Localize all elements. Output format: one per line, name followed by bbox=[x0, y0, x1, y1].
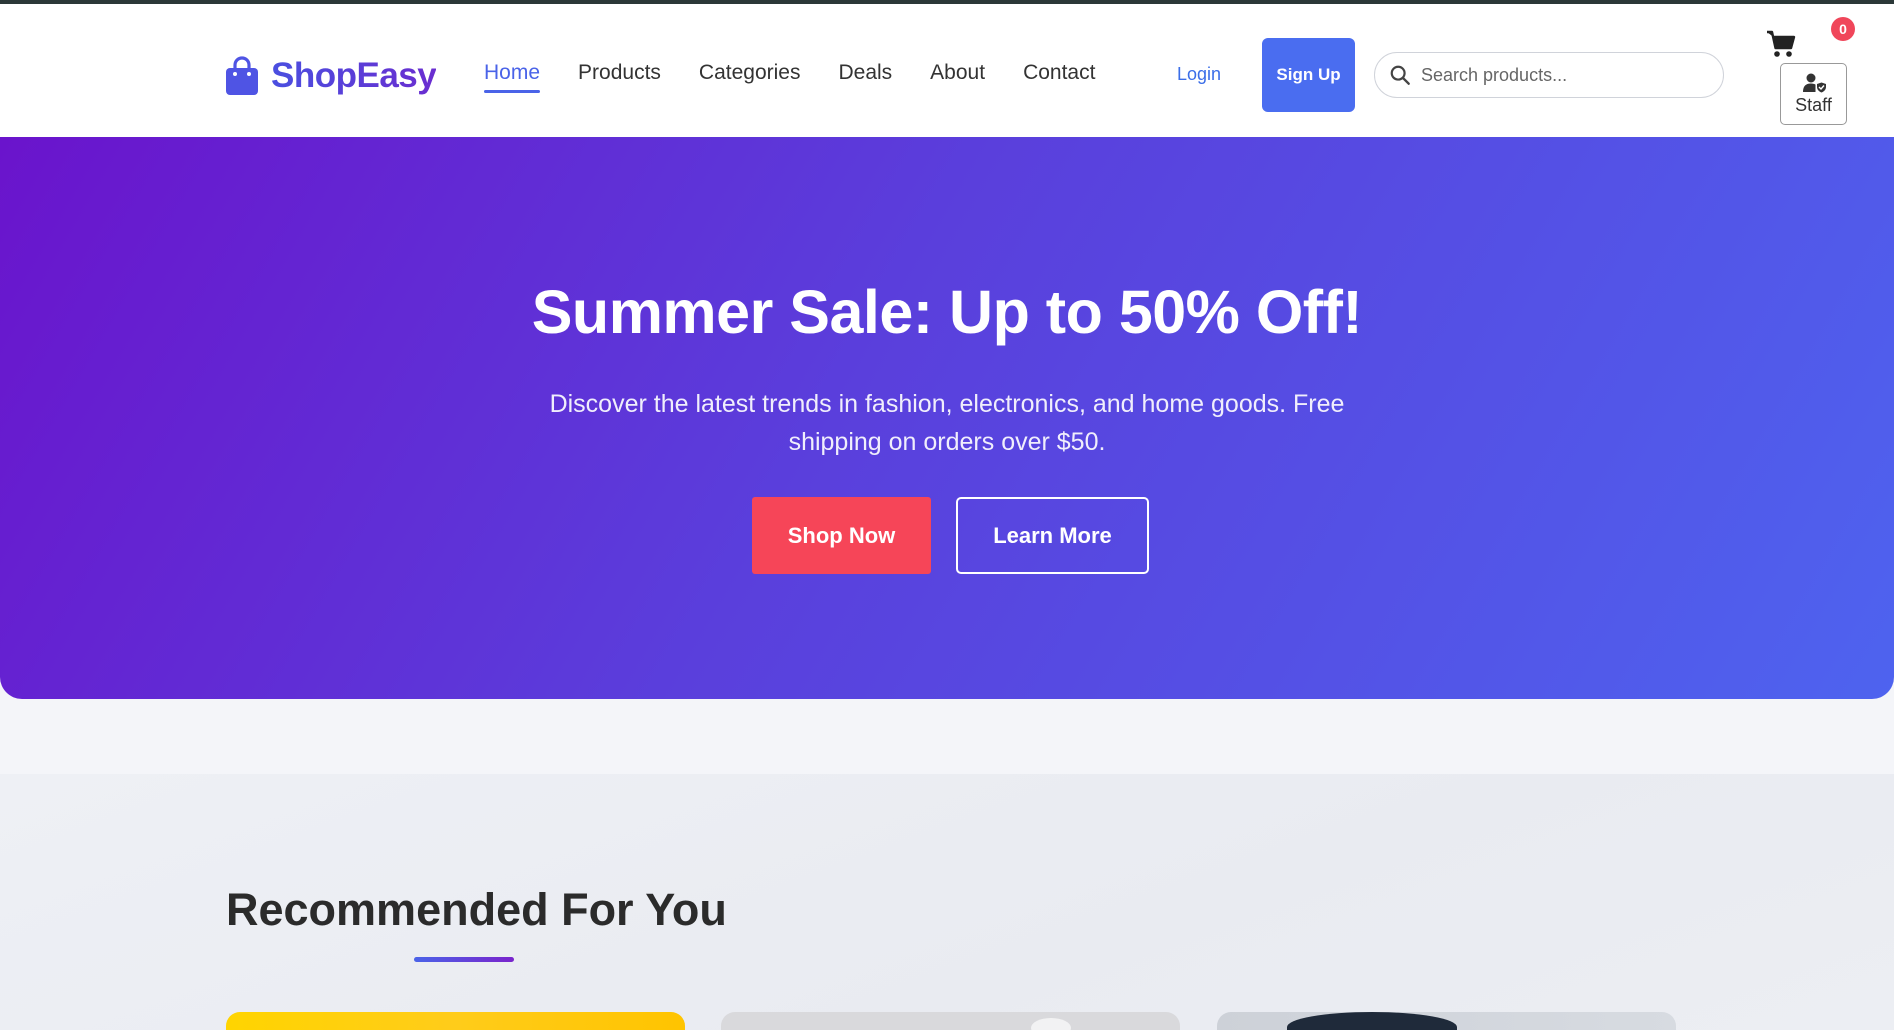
product-image bbox=[1287, 1012, 1457, 1030]
cart-button[interactable] bbox=[1766, 30, 1796, 58]
brand-logo[interactable]: ShopEasy bbox=[225, 52, 437, 100]
nav-item-deals[interactable]: Deals bbox=[838, 61, 892, 91]
site-header: ShopEasy Home Products Categories Deals … bbox=[0, 4, 1894, 137]
search-bar bbox=[1374, 52, 1724, 98]
main-nav: Home Products Categories Deals About Con… bbox=[484, 56, 1095, 96]
brand-name: ShopEasy bbox=[271, 56, 437, 95]
product-image bbox=[1031, 1018, 1071, 1030]
nav-item-contact[interactable]: Contact bbox=[1023, 61, 1095, 91]
nav-item-home[interactable]: Home bbox=[484, 61, 541, 93]
login-link[interactable]: Login bbox=[1177, 64, 1221, 85]
nav-item-categories[interactable]: Categories bbox=[699, 61, 801, 91]
product-card[interactable] bbox=[721, 1012, 1180, 1030]
learn-more-button[interactable]: Learn More bbox=[956, 497, 1149, 574]
search-input[interactable] bbox=[1421, 64, 1701, 86]
hero-banner: Summer Sale: Up to 50% Off! Discover the… bbox=[0, 137, 1894, 699]
recommended-title: Recommended For You bbox=[226, 884, 727, 935]
cart-icon bbox=[1767, 30, 1796, 57]
product-card[interactable] bbox=[1217, 1012, 1676, 1030]
cart-count-badge: 0 bbox=[1831, 17, 1855, 41]
hero-title: Summer Sale: Up to 50% Off! bbox=[531, 278, 1363, 346]
shopping-bag-icon bbox=[226, 56, 258, 95]
nav-item-about[interactable]: About bbox=[930, 61, 985, 91]
signup-button[interactable]: Sign Up bbox=[1262, 38, 1355, 112]
product-card[interactable] bbox=[226, 1012, 685, 1030]
staff-label: Staff bbox=[1795, 94, 1832, 115]
user-shield-icon bbox=[1802, 73, 1826, 92]
title-underline bbox=[414, 957, 514, 962]
nav-item-products[interactable]: Products bbox=[578, 61, 661, 91]
shop-now-button[interactable]: Shop Now bbox=[752, 497, 931, 574]
hero-subtitle: Discover the latest trends in fashion, e… bbox=[549, 390, 1345, 456]
search-icon bbox=[1390, 65, 1410, 85]
staff-button[interactable]: Staff bbox=[1780, 63, 1847, 125]
